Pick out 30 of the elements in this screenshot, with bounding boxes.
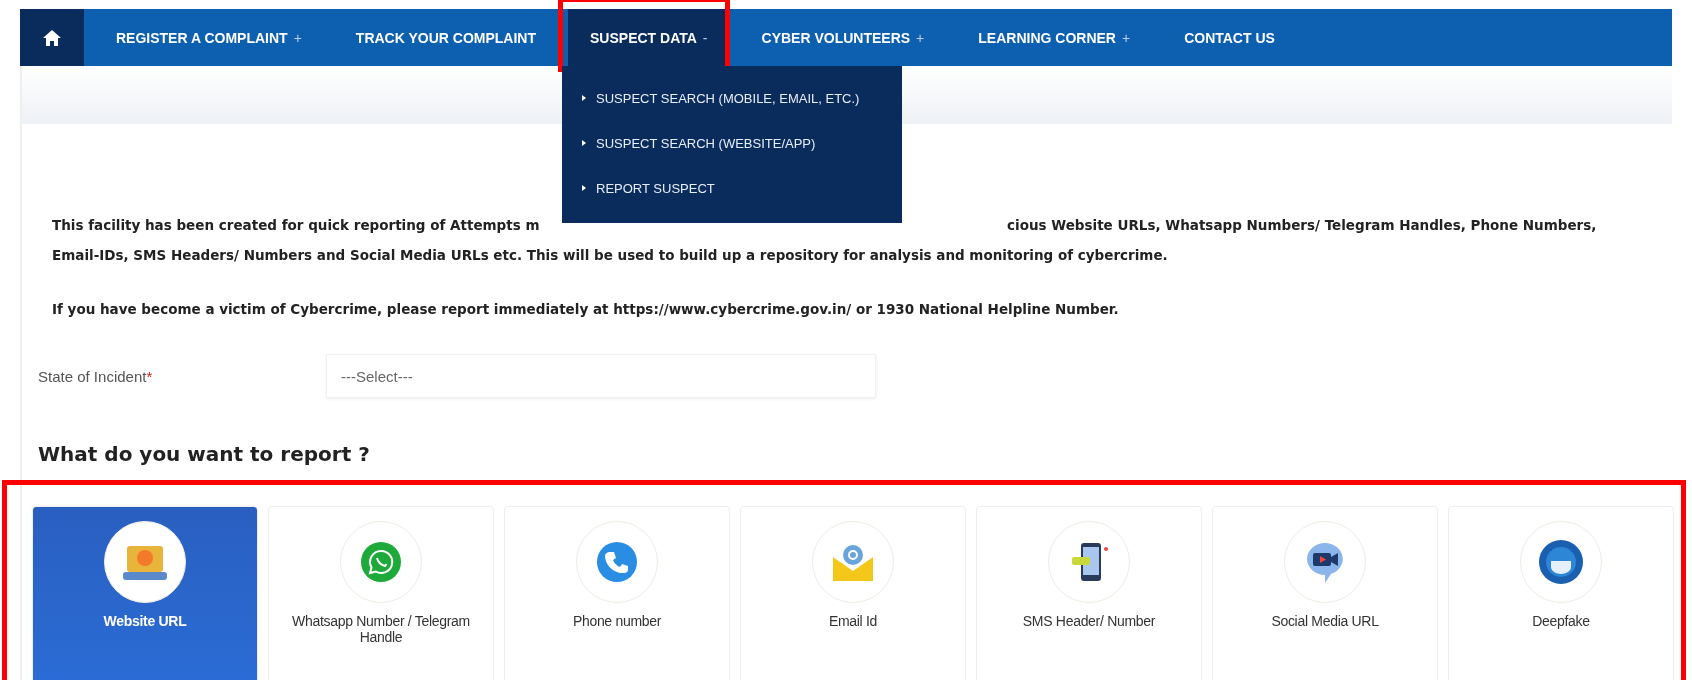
intro-text: cious Website URLs, Whatsapp Numbers/ Telegram Handles, Phone Numbers, [1007,216,1598,235]
nav-link[interactable]: CONTACT US [1184,29,1275,46]
bullet-icon [582,140,586,146]
menu-item[interactable]: REPORT SUSPECT [562,170,902,215]
chat-bubble-icon [359,540,403,584]
menu-item[interactable]: SUSPECT SEARCH (MOBILE, EMAIL, ETC.) [562,80,902,125]
field-label: State of Incident* [38,367,154,385]
report-option-card[interactable]: Deepfake [1448,506,1674,680]
phone-icon [595,540,639,584]
report-option-card[interactable]: Phone number [504,506,730,680]
section-heading: What do you want to report ? [38,442,371,466]
bullet-icon [582,185,586,191]
report-option-card[interactable]: Whatsapp Number / Telegram Handle [268,506,494,680]
nav-link[interactable]: REGISTER A COMPLAINT + [116,29,302,46]
notice-text: If you have become a victim of Cybercrime, please report immediately at https://www.cybercrime.gov.in/ or 1930 National Helpline Number. [52,300,1120,319]
nav-link[interactable]: TRACK YOUR COMPLAINT [355,29,536,46]
nav-link[interactable]: LEARNING CORNER + [978,29,1131,46]
bullet-icon [582,95,586,101]
state-select[interactable]: ---Select--- [326,354,876,398]
menu-item[interactable]: SUSPECT SEARCH (WEBSITE/APP) [562,125,902,170]
home-button[interactable] [20,9,84,66]
intro-text: Email-IDs, SMS Headers/ Numbers and Social Media URLs etc. This will be used to build up a repository for analysis and monitoring of cybercrime. [52,246,1169,265]
report-option-card[interactable]: Social Media URL [1212,506,1438,680]
intro-text: This facility has been created for quick reporting of Attempts m [52,216,541,235]
report-option-card[interactable]: Email Id [740,506,966,680]
report-option-card[interactable]: Website URL [32,506,258,680]
face-mask-icon [1536,537,1586,587]
home-icon [42,28,62,47]
nav-link[interactable]: CYBER VOLUNTEERS + [761,29,925,46]
report-option-card[interactable]: SMS Header/ Number [976,506,1202,680]
